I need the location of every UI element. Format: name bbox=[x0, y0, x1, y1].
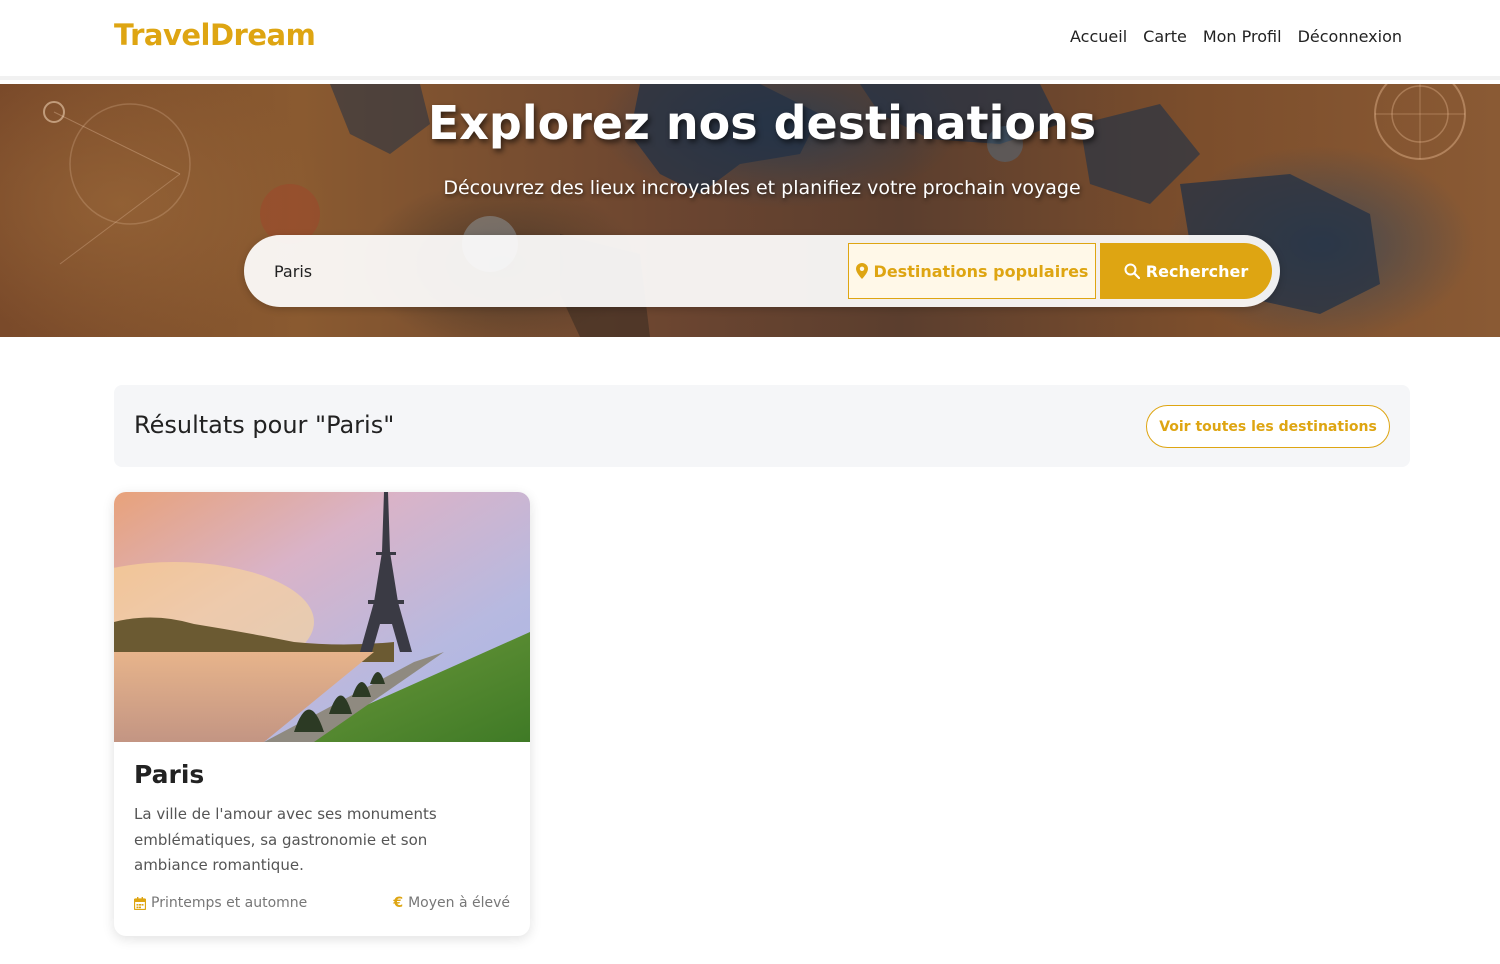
best-season: Printemps et automne bbox=[134, 895, 307, 911]
brand-logo[interactable]: TravelDream bbox=[114, 18, 316, 52]
map-marker-icon bbox=[855, 263, 868, 279]
nav-links: Accueil Carte Mon Profil Déconnexion bbox=[1070, 27, 1402, 46]
destination-search-input[interactable] bbox=[274, 253, 834, 289]
popular-destinations-button[interactable]: Destinations populaires bbox=[848, 243, 1096, 299]
popular-destinations-label: Destinations populaires bbox=[873, 261, 1089, 281]
budget-label: Moyen à élevé bbox=[408, 895, 510, 911]
nav-link-accueil[interactable]: Accueil bbox=[1070, 27, 1127, 46]
hero-banner: Explorez nos destinations Découvrez des … bbox=[0, 84, 1500, 337]
search-button[interactable]: Rechercher bbox=[1100, 243, 1272, 299]
best-season-label: Printemps et automne bbox=[151, 895, 308, 911]
magnifier-icon bbox=[1124, 263, 1140, 279]
budget-level: € Moyen à élevé bbox=[393, 895, 510, 911]
destination-meta: Printemps et automne € Moyen à élevé bbox=[134, 895, 510, 911]
destination-image bbox=[114, 492, 530, 742]
hero-title: Explorez nos destinations bbox=[427, 96, 1097, 150]
calendar-icon bbox=[134, 896, 146, 910]
search-bar: Destinations populaires Rechercher bbox=[244, 235, 1280, 307]
results-header: Résultats pour "Paris" Voir toutes les d… bbox=[114, 385, 1410, 467]
nav-link-profil[interactable]: Mon Profil bbox=[1203, 27, 1282, 46]
search-button-label: Rechercher bbox=[1145, 261, 1249, 281]
hero-subtitle: Découvrez des lieux incroyables et plani… bbox=[443, 177, 1081, 199]
destination-title: Paris bbox=[134, 760, 205, 789]
results-title: Résultats pour "Paris" bbox=[134, 411, 395, 439]
destination-card[interactable]: Paris La ville de l'amour avec ses monum… bbox=[114, 492, 530, 936]
euro-icon: € bbox=[393, 895, 404, 911]
view-all-destinations-button[interactable]: Voir toutes les destinations bbox=[1146, 405, 1390, 448]
nav-link-carte[interactable]: Carte bbox=[1143, 27, 1187, 46]
nav-link-deconnexion[interactable]: Déconnexion bbox=[1298, 27, 1402, 46]
destination-description: La ville de l'amour avec ses monuments e… bbox=[134, 805, 437, 874]
top-navbar: TravelDream Accueil Carte Mon Profil Déc… bbox=[0, 0, 1500, 80]
